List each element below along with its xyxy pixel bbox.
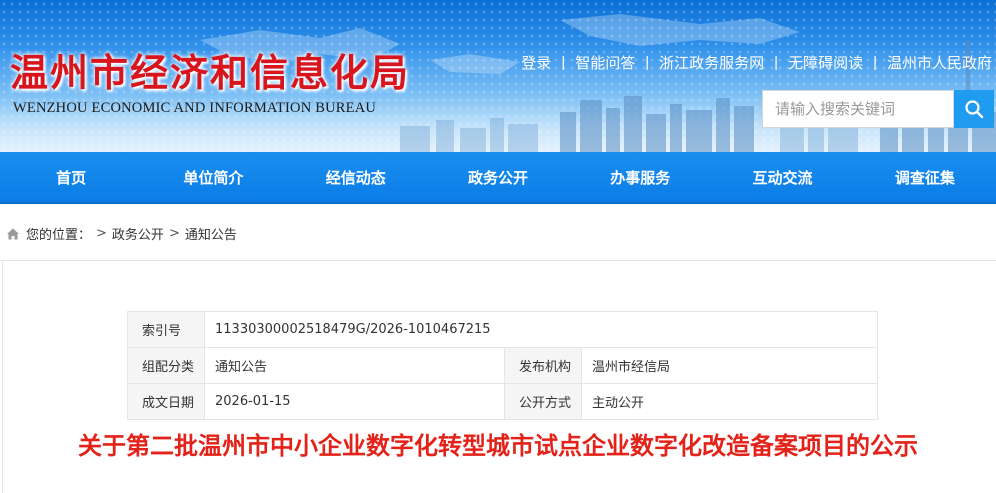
nav-item-news[interactable]: 经信动态 (285, 152, 427, 202)
nav-item-gov-affairs[interactable]: 政务公开 (427, 152, 569, 202)
breadcrumb-item-notices[interactable]: 通知公告 (185, 224, 237, 243)
index-value: 11330300002518479G/2026-1010467215 (204, 311, 878, 348)
index-label: 索引号 (126, 311, 206, 348)
divider: | (774, 54, 779, 71)
home-icon (6, 227, 20, 241)
main-nav: 首页 单位简介 经信动态 政务公开 办事服务 互动交流 调查征集 (0, 152, 996, 204)
nav-item-interaction[interactable]: 互动交流 (711, 152, 853, 202)
article-title: 关于第二批温州市中小企业数字化转型城市试点企业数字化改造备案项目的公示 (78, 432, 918, 460)
table-row: 组配分类 通知公告 发布机构 温州市经信局 (126, 347, 878, 384)
breadcrumb-item-gov-affairs[interactable]: 政务公开 (112, 224, 164, 243)
smart-qa-link[interactable]: 智能问答 (575, 52, 635, 73)
open-method-value: 主动公开 (581, 383, 878, 420)
nav-item-services[interactable]: 办事服务 (569, 152, 711, 202)
header-banner: 温州市经济和信息化局 WENZHOU ECONOMIC AND INFORMAT… (0, 0, 996, 152)
date-label: 成文日期 (126, 383, 206, 420)
site-subtitle: WENZHOU ECONOMIC AND INFORMATION BUREAU (13, 100, 377, 116)
table-row: 索引号 11330300002518479G/2026-1010467215 (126, 311, 878, 348)
nav-item-survey[interactable]: 调查征集 (854, 152, 996, 202)
top-links: 登录 | 智能问答 | 浙江政务服务网 | 无障碍阅读 | 温州市人民政府 (521, 52, 992, 73)
document-info-table: 索引号 11330300002518479G/2026-1010467215 组… (126, 311, 878, 420)
divider: | (873, 54, 877, 71)
search-input[interactable] (762, 90, 954, 128)
breadcrumb: 您的位置： > 政务公开 > 通知公告 (6, 224, 237, 243)
breadcrumb-separator: > (96, 226, 107, 241)
breadcrumb-separator: > (168, 226, 180, 241)
accessibility-link[interactable]: 无障碍阅读 (788, 52, 863, 73)
publisher-value: 温州市经信局 (581, 347, 878, 384)
zhejiang-gov-service-link[interactable]: 浙江政务服务网 (659, 52, 764, 73)
divider: | (645, 54, 650, 71)
category-label: 组配分类 (126, 347, 206, 384)
login-link[interactable]: 登录 (521, 52, 551, 73)
category-value: 通知公告 (204, 347, 506, 384)
nav-item-about[interactable]: 单位简介 (142, 152, 284, 202)
divider: | (561, 54, 566, 71)
breadcrumb-label: 您的位置： (26, 228, 92, 243)
search-icon (965, 100, 984, 119)
nav-item-home[interactable]: 首页 (0, 152, 142, 202)
site-title: 温州市经济和信息化局 (10, 50, 411, 95)
table-row: 成文日期 2026-01-15 公开方式 主动公开 (126, 383, 878, 420)
open-method-label: 公开方式 (504, 383, 583, 420)
publisher-label: 发布机构 (504, 347, 583, 384)
wenzhou-gov-link[interactable]: 温州市人民政府 (887, 52, 992, 73)
search-button[interactable] (954, 90, 994, 128)
date-value: 2026-01-15 (204, 383, 506, 420)
